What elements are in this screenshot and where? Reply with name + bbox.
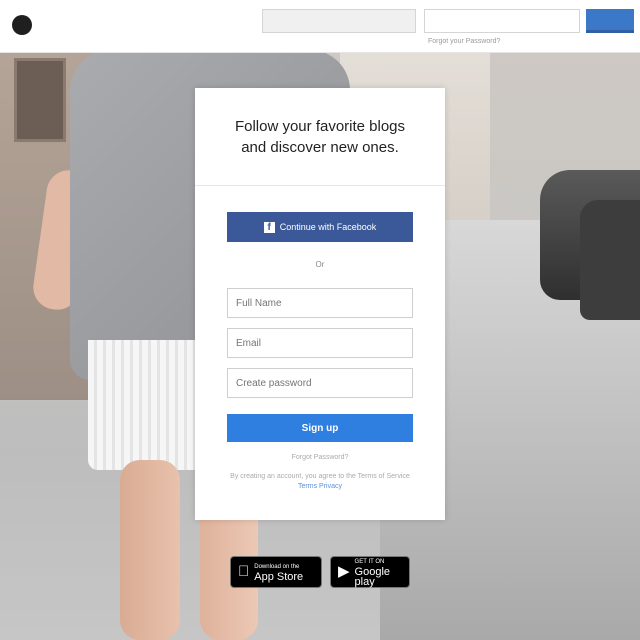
privacy-link[interactable]: Privacy bbox=[319, 483, 342, 490]
google-play-badge[interactable]: ▶ GET IT ON Google play bbox=[330, 556, 410, 588]
header-password-field[interactable] bbox=[424, 9, 580, 33]
logo-icon bbox=[12, 15, 32, 35]
divider bbox=[195, 185, 445, 186]
continue-with-facebook-button[interactable]: f Continue with Facebook bbox=[227, 212, 413, 242]
facebook-button-label: Continue with Facebook bbox=[279, 222, 377, 232]
google-play-label: Google play bbox=[354, 566, 391, 588]
tagline: Follow your favorite blogs and discover … bbox=[234, 118, 406, 156]
header-forgot-password-link[interactable]: Forgot your Password? bbox=[428, 38, 500, 45]
play-icon: ▶ bbox=[338, 563, 350, 580]
email-field[interactable] bbox=[227, 328, 413, 358]
terms-service-text: Service bbox=[386, 473, 410, 480]
create-password-field[interactable] bbox=[227, 368, 413, 398]
apple-icon:  bbox=[238, 564, 249, 580]
login-button[interactable] bbox=[586, 9, 634, 33]
terms-notice: By creating an account, you agree to the… bbox=[229, 472, 411, 492]
logo[interactable] bbox=[12, 14, 132, 36]
top-bar: Forgot your Password? bbox=[0, 0, 640, 53]
terms-link[interactable]: Terms bbox=[298, 483, 317, 490]
sign-up-button[interactable]: Sign up bbox=[227, 414, 413, 442]
terms-text: By creating an account, you agree to the… bbox=[230, 473, 385, 480]
signup-card: Follow your favorite blogs and discover … bbox=[195, 88, 445, 520]
full-name-field[interactable] bbox=[227, 288, 413, 318]
or-separator: Or bbox=[315, 260, 325, 269]
forgot-password-link[interactable]: Forgot Password? bbox=[195, 454, 445, 461]
header-email-field[interactable] bbox=[262, 9, 416, 33]
facebook-icon: f bbox=[263, 221, 275, 233]
app-store-label: App Store bbox=[243, 571, 303, 583]
app-store-badge[interactable]:  Download on the App Store bbox=[230, 556, 322, 588]
